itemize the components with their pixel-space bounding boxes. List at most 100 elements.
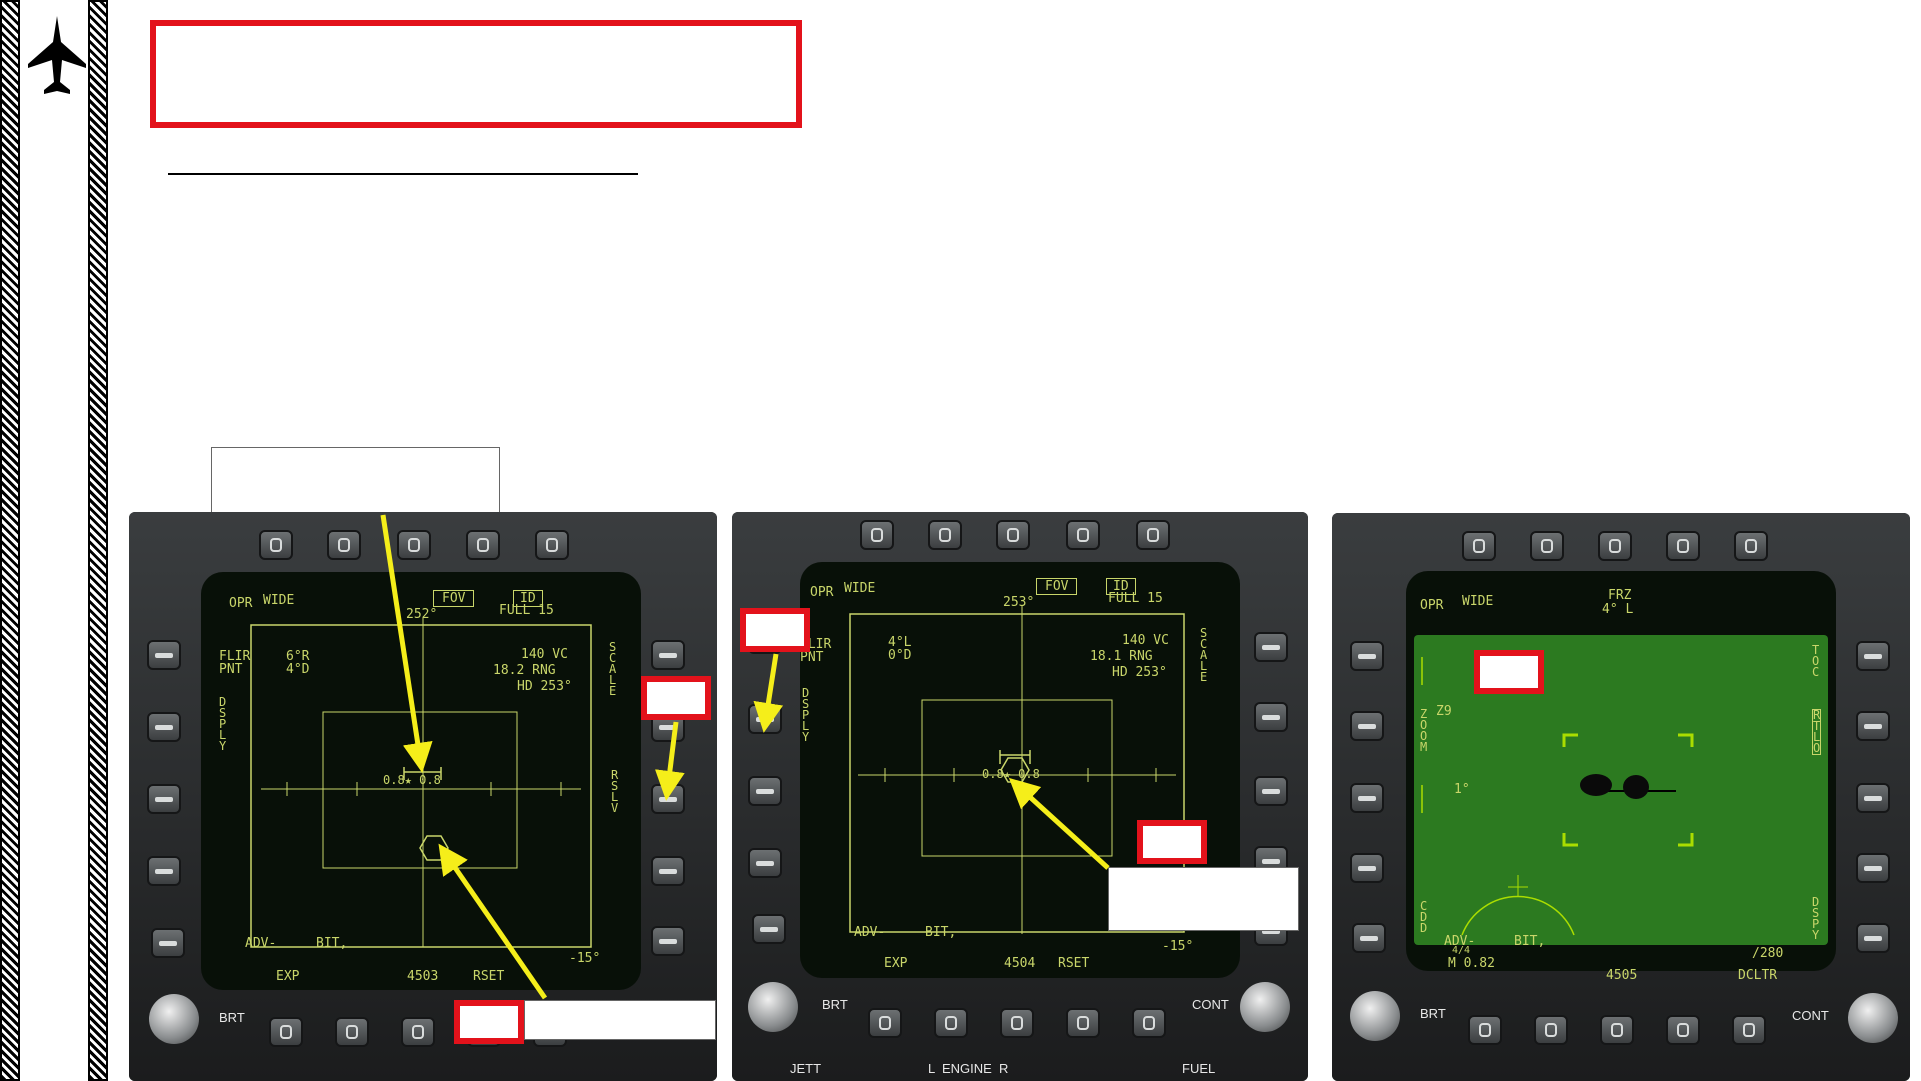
- rtlo-label: R T L O: [1812, 708, 1822, 755]
- osb-top-4[interactable]: [1066, 520, 1100, 550]
- cdd-label: C D D: [1420, 899, 1428, 935]
- brightness-knob[interactable]: [149, 994, 199, 1044]
- offset-label: 4°L 0°D: [888, 635, 912, 663]
- bit-label: BIT,: [316, 936, 348, 951]
- osb-right-4[interactable]: [651, 856, 685, 886]
- full-label: FULL 15: [1108, 591, 1163, 606]
- osb-left-2[interactable]: [748, 704, 782, 734]
- dsply-label: D S P L Y: [219, 695, 227, 753]
- code-label: 4503: [407, 969, 439, 984]
- rset-label: RSET: [473, 969, 505, 984]
- osb-bottom-3[interactable]: [1000, 1008, 1034, 1038]
- osb-bottom-1[interactable]: [868, 1008, 902, 1038]
- osb-top-3[interactable]: [397, 530, 431, 560]
- mach-label: M 0.82: [1448, 956, 1495, 971]
- range-label: 18.2 RNG: [493, 663, 556, 678]
- osb-left-3[interactable]: [1350, 783, 1384, 813]
- osb-left-4[interactable]: [748, 848, 782, 878]
- osb-right-1[interactable]: [1856, 641, 1890, 671]
- osb-bottom-2[interactable]: [335, 1017, 369, 1047]
- osb-right-1[interactable]: [651, 640, 685, 670]
- brightness-knob[interactable]: [1350, 991, 1400, 1041]
- offset-label: 6°R 4°D: [286, 649, 310, 677]
- callout-tag-p2-target: [1137, 820, 1207, 864]
- osb-right-2[interactable]: [1254, 702, 1288, 732]
- osb-right-3[interactable]: [1856, 783, 1890, 813]
- jett-label: JETT: [790, 1061, 822, 1076]
- osb-bottom-3[interactable]: [401, 1017, 435, 1047]
- osb-left-2[interactable]: [1350, 711, 1384, 741]
- osb-bottom-5[interactable]: [1732, 1015, 1766, 1045]
- osb-left-5[interactable]: [752, 914, 786, 944]
- osb-top-2[interactable]: [928, 520, 962, 550]
- osb-top-1[interactable]: [259, 530, 293, 560]
- osb-top-5[interactable]: [535, 530, 569, 560]
- osb-top-1[interactable]: [1462, 531, 1496, 561]
- contrast-knob[interactable]: [1848, 993, 1898, 1043]
- osb-top-4[interactable]: [1666, 531, 1700, 561]
- osb-bottom-3[interactable]: [1600, 1015, 1634, 1045]
- osb-left-4[interactable]: [147, 856, 181, 886]
- brt-label: BRT: [219, 1010, 245, 1025]
- osb-bottom-4[interactable]: [1666, 1015, 1700, 1045]
- callout-note-p2-target: [1108, 867, 1299, 931]
- brt-label: BRT: [1420, 1006, 1446, 1021]
- code-label: 4505: [1606, 968, 1638, 983]
- code-label: 4504: [1004, 956, 1036, 971]
- cont-label: CONT: [1192, 997, 1229, 1012]
- osb-right-2[interactable]: [1856, 711, 1890, 741]
- osb-left-5[interactable]: [1352, 923, 1386, 953]
- osb-bottom-1[interactable]: [269, 1017, 303, 1047]
- osb-top-5[interactable]: [1734, 531, 1768, 561]
- osb-right-4[interactable]: [1856, 853, 1890, 883]
- osb-right-1[interactable]: [1254, 632, 1288, 662]
- opr-label: OPR: [1420, 598, 1444, 613]
- hd-label: HD 253°: [1112, 665, 1167, 680]
- toc-label: T O C: [1812, 643, 1820, 679]
- osb-right-5[interactable]: [1856, 923, 1890, 953]
- osb-top-3[interactable]: [1598, 531, 1632, 561]
- heading-label: 253°: [1003, 595, 1035, 610]
- osb-top-1[interactable]: [860, 520, 894, 550]
- callout-tag-p3-video: [1474, 650, 1544, 694]
- left-hatch-border: [0, 0, 20, 1081]
- osb-left-5[interactable]: [151, 928, 185, 958]
- osb-bottom-1[interactable]: [1468, 1015, 1502, 1045]
- osb-right-3[interactable]: [1254, 776, 1288, 806]
- osb-left-1[interactable]: [147, 640, 181, 670]
- dspy-label: D S P Y: [1812, 895, 1820, 942]
- osb-right-3[interactable]: [651, 784, 685, 814]
- osb-left-3[interactable]: [147, 784, 181, 814]
- bit-label: BIT,: [925, 925, 957, 940]
- osb-top-3[interactable]: [996, 520, 1030, 550]
- brightness-knob[interactable]: [748, 982, 798, 1032]
- angle-label: 4° L: [1602, 602, 1634, 617]
- hd-label: HD 253°: [517, 679, 572, 694]
- target-readout: 0.8★ 0.8: [982, 767, 1040, 781]
- osb-left-2[interactable]: [147, 712, 181, 742]
- osb-top-2[interactable]: [1530, 531, 1564, 561]
- osb-bottom-2[interactable]: [934, 1008, 968, 1038]
- osb-top-2[interactable]: [327, 530, 361, 560]
- osb-top-5[interactable]: [1136, 520, 1170, 550]
- osb-right-5[interactable]: [651, 926, 685, 956]
- vc-label: 140 VC: [1122, 633, 1169, 648]
- adv-label: ADV-: [245, 936, 277, 951]
- wide-label: WIDE: [844, 581, 876, 596]
- osb-left-1[interactable]: [1350, 641, 1384, 671]
- osb-top-4[interactable]: [466, 530, 500, 560]
- brt-label: BRT: [822, 997, 848, 1012]
- osb-bottom-4[interactable]: [1066, 1008, 1100, 1038]
- dcltr-label: DCLTR: [1738, 968, 1778, 983]
- osb-bottom-2[interactable]: [1534, 1015, 1568, 1045]
- pnt-label: PNT: [800, 650, 824, 665]
- section-underline: [168, 173, 638, 175]
- frz-label: FRZ: [1608, 588, 1632, 603]
- osb-left-4[interactable]: [1350, 853, 1384, 883]
- fighter-jet-icon: [28, 16, 86, 94]
- contrast-knob[interactable]: [1240, 982, 1290, 1032]
- osb-left-3[interactable]: [748, 776, 782, 806]
- opr-label: OPR: [229, 596, 253, 611]
- osb-bottom-5[interactable]: [1132, 1008, 1166, 1038]
- range-label: 18.1 RNG: [1090, 649, 1153, 664]
